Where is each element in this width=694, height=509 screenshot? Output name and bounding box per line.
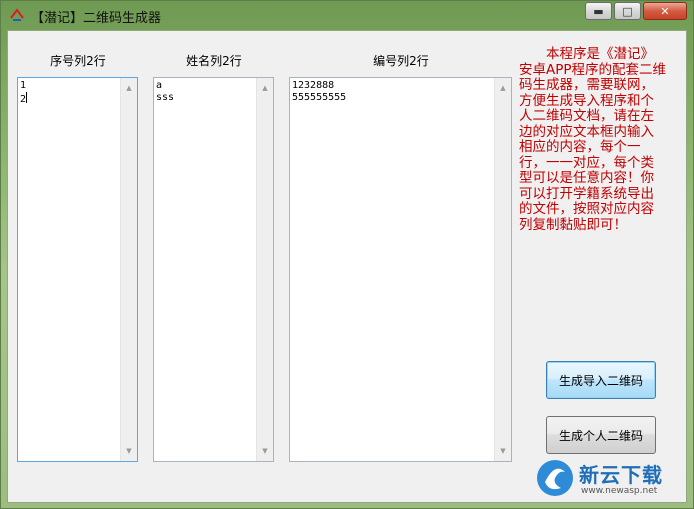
- scroll-up-icon[interactable]: ▲: [495, 80, 511, 96]
- serial-scrollbar[interactable]: ▲ ▼: [120, 78, 137, 461]
- text-caret: [26, 92, 28, 103]
- number-scrollbar[interactable]: ▲ ▼: [494, 78, 511, 461]
- caption-buttons: ▬ □ ✕: [585, 2, 687, 20]
- name-textbox[interactable]: a sss ▲ ▼: [153, 77, 274, 462]
- maximize-icon: □: [622, 4, 633, 18]
- scroll-down-icon[interactable]: ▼: [257, 443, 273, 459]
- title-bar[interactable]: 【潜记】二维码生成器 ▬ □ ✕: [1, 1, 693, 29]
- number-textbox[interactable]: 1232888 555555555 ▲ ▼: [289, 77, 512, 462]
- watermark: 新云下载 www.newasp.net: [535, 456, 685, 500]
- generate-import-qr-button[interactable]: 生成导入二维码: [546, 361, 656, 399]
- maximize-button[interactable]: □: [614, 2, 641, 20]
- app-logo-icon: [10, 8, 24, 21]
- close-icon: ✕: [660, 4, 670, 18]
- serial-textbox-content: 1 2: [20, 80, 28, 106]
- scroll-down-icon[interactable]: ▼: [495, 443, 511, 459]
- minimize-icon: ▬: [593, 4, 604, 18]
- serial-column-label: 序号列2行: [50, 54, 106, 68]
- name-scrollbar[interactable]: ▲ ▼: [256, 78, 273, 461]
- watermark-brand: 新云下载: [579, 463, 663, 487]
- number-textbox-text: 1232888 555555555: [292, 80, 347, 103]
- app-window: 【潜记】二维码生成器 ▬ □ ✕ 序号列2行 姓名列2行 编号列2行 1 2 ▲…: [0, 0, 694, 509]
- name-column-label: 姓名列2行: [186, 54, 242, 68]
- minimize-button[interactable]: ▬: [585, 2, 612, 20]
- close-button[interactable]: ✕: [643, 2, 687, 20]
- scroll-up-icon[interactable]: ▲: [257, 80, 273, 96]
- instructions-text: 本程序是《潜记》安卓APP程序的配套二维码生成器，需要联网，方便生成导入程序和个…: [519, 46, 667, 233]
- serial-textbox[interactable]: 1 2 ▲ ▼: [17, 77, 138, 462]
- window-title: 【潜记】二维码生成器: [31, 11, 162, 26]
- number-column-label: 编号列2行: [373, 54, 429, 68]
- scroll-down-icon[interactable]: ▼: [121, 443, 137, 459]
- newasp-logo-icon: [537, 460, 573, 496]
- name-textbox-text: a sss: [156, 80, 175, 103]
- watermark-url: www.newasp.net: [581, 486, 658, 496]
- scroll-up-icon[interactable]: ▲: [121, 80, 137, 96]
- generate-personal-qr-button[interactable]: 生成个人二维码: [546, 416, 656, 454]
